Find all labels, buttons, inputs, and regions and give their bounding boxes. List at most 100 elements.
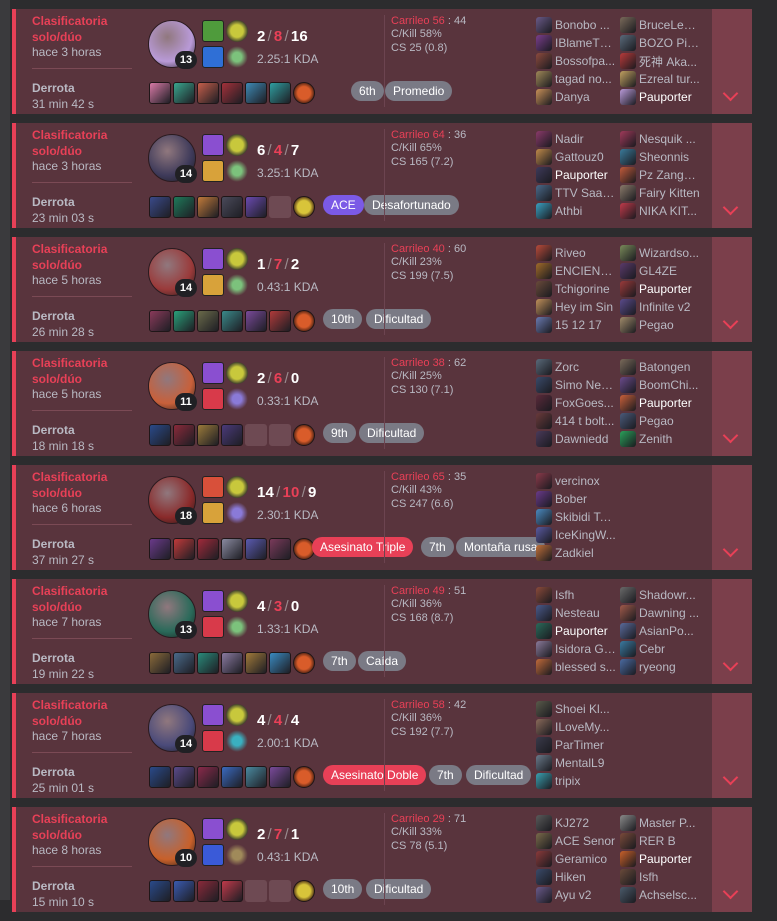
secondary-rune-icon[interactable] <box>226 46 248 68</box>
item-icon[interactable] <box>197 310 219 332</box>
item-icon[interactable] <box>149 310 171 332</box>
player-name[interactable]: Dawniedd <box>555 432 616 446</box>
player-row[interactable]: KJ272 <box>536 814 616 832</box>
secondary-rune-icon[interactable] <box>226 844 248 866</box>
player-row[interactable]: Shoei Kl... <box>536 700 616 718</box>
trinket-icon[interactable] <box>293 880 315 902</box>
player-row[interactable]: IceKingW... <box>536 526 616 544</box>
item-icon[interactable] <box>269 652 291 674</box>
player-name[interactable]: KJ272 <box>555 816 616 830</box>
player-row[interactable]: blessed s... <box>536 658 616 676</box>
player-name[interactable]: Shadowr... <box>639 588 700 602</box>
item-icon[interactable] <box>269 310 291 332</box>
item-icon[interactable] <box>221 652 243 674</box>
match-card[interactable]: Clasificatoria solo/dúo hace 5 horas Der… <box>12 351 752 456</box>
player-name[interactable]: Bonobo ... <box>555 18 616 32</box>
player-row[interactable]: ParTimer <box>536 736 616 754</box>
match-card[interactable]: Clasificatoria solo/dúo hace 7 horas Der… <box>12 579 752 684</box>
keystone-rune-icon[interactable] <box>226 20 248 42</box>
player-row[interactable]: TTV Saay... <box>536 184 616 202</box>
item-icon[interactable] <box>269 766 291 788</box>
summoner-spell-icon[interactable] <box>202 502 224 524</box>
item-icon[interactable] <box>197 82 219 104</box>
item-icon[interactable] <box>173 82 195 104</box>
expand-button[interactable] <box>712 579 752 684</box>
player-row[interactable]: BruceLee... <box>620 16 700 34</box>
player-name[interactable]: Master P... <box>639 816 700 830</box>
player-name[interactable]: Infinite v2 <box>639 300 700 314</box>
player-row[interactable]: Dawniedd <box>536 430 616 448</box>
player-row[interactable]: tripix <box>536 772 616 790</box>
player-row[interactable]: Pegao <box>620 412 700 430</box>
player-name[interactable]: Dawning ... <box>639 606 700 620</box>
item-icon[interactable] <box>221 880 243 902</box>
match-card[interactable]: Clasificatoria solo/dúo hace 3 horas Der… <box>12 123 752 228</box>
player-row[interactable]: Sheonnis <box>620 148 700 166</box>
player-row[interactable]: Zorc <box>536 358 616 376</box>
player-name[interactable]: AsianPo... <box>639 624 700 638</box>
player-name[interactable]: Simo Nev... <box>555 378 616 392</box>
player-name[interactable]: Pauporter <box>555 168 616 182</box>
item-icon[interactable] <box>245 196 267 218</box>
player-row[interactable]: Pz Zanga... <box>620 166 700 184</box>
player-row[interactable]: vercinox <box>536 472 616 490</box>
player-name[interactable]: Pegao <box>639 318 700 332</box>
summoner-spell-icon[interactable] <box>202 818 224 840</box>
item-icon[interactable] <box>221 766 243 788</box>
item-icon[interactable] <box>245 310 267 332</box>
summoner-spell-icon[interactable] <box>202 248 224 270</box>
summoner-spell-icon[interactable] <box>202 476 224 498</box>
player-name[interactable]: BruceLee... <box>639 18 700 32</box>
secondary-rune-icon[interactable] <box>226 616 248 638</box>
player-row[interactable]: Hiken <box>536 868 616 886</box>
expand-button[interactable] <box>712 237 752 342</box>
player-name[interactable]: Pauporter <box>639 90 700 104</box>
item-icon[interactable] <box>173 766 195 788</box>
player-name[interactable]: Isfh <box>555 588 616 602</box>
item-icon[interactable] <box>149 424 171 446</box>
summoner-spell-icon[interactable] <box>202 590 224 612</box>
player-row[interactable]: ENCIEND... <box>536 262 616 280</box>
item-icon[interactable] <box>245 766 267 788</box>
player-row[interactable]: Isfh <box>620 868 700 886</box>
expand-button[interactable] <box>712 807 752 912</box>
player-row[interactable]: ILoveMy... <box>536 718 616 736</box>
player-row[interactable]: Fairy Kitten <box>620 184 700 202</box>
player-row[interactable]: Zenith <box>620 430 700 448</box>
player-name[interactable]: Athbi <box>555 204 616 218</box>
trinket-icon[interactable] <box>293 424 315 446</box>
summoner-spell-icon[interactable] <box>202 160 224 182</box>
player-row[interactable]: Bossofpa... <box>536 52 616 70</box>
player-name[interactable]: Skibidi To... <box>555 510 616 524</box>
item-icon[interactable] <box>173 652 195 674</box>
player-row[interactable]: ryeong <box>620 658 700 676</box>
secondary-rune-icon[interactable] <box>226 274 248 296</box>
player-name[interactable]: Batongen <box>639 360 700 374</box>
player-row[interactable]: Athbi <box>536 202 616 220</box>
expand-button[interactable] <box>712 9 752 114</box>
player-name[interactable]: Nesquik ... <box>639 132 700 146</box>
keystone-rune-icon[interactable] <box>226 590 248 612</box>
secondary-rune-icon[interactable] <box>226 502 248 524</box>
player-name[interactable]: RER B <box>639 834 700 848</box>
player-row[interactable]: Wizardso... <box>620 244 700 262</box>
player-row[interactable]: IBlameTh... <box>536 34 616 52</box>
item-icon[interactable] <box>173 310 195 332</box>
summoner-spell-icon[interactable] <box>202 362 224 384</box>
player-row[interactable]: Nadir <box>536 130 616 148</box>
player-name[interactable]: 414 t bolt... <box>555 414 616 428</box>
player-name[interactable]: Nadir <box>555 132 616 146</box>
player-name[interactable]: Danya <box>555 90 616 104</box>
player-row[interactable]: BoomChi... <box>620 376 700 394</box>
player-row[interactable]: Master P... <box>620 814 700 832</box>
item-icon[interactable] <box>149 880 171 902</box>
player-name[interactable]: Nesteau <box>555 606 616 620</box>
expand-button[interactable] <box>712 123 752 228</box>
keystone-rune-icon[interactable] <box>226 362 248 384</box>
item-icon[interactable] <box>173 538 195 560</box>
player-row[interactable]: Zadkiel <box>536 544 616 562</box>
player-row[interactable]: BOZO Pin... <box>620 34 700 52</box>
player-row[interactable]: Nesquik ... <box>620 130 700 148</box>
player-name[interactable]: IceKingW... <box>555 528 616 542</box>
trinket-icon[interactable] <box>293 766 315 788</box>
